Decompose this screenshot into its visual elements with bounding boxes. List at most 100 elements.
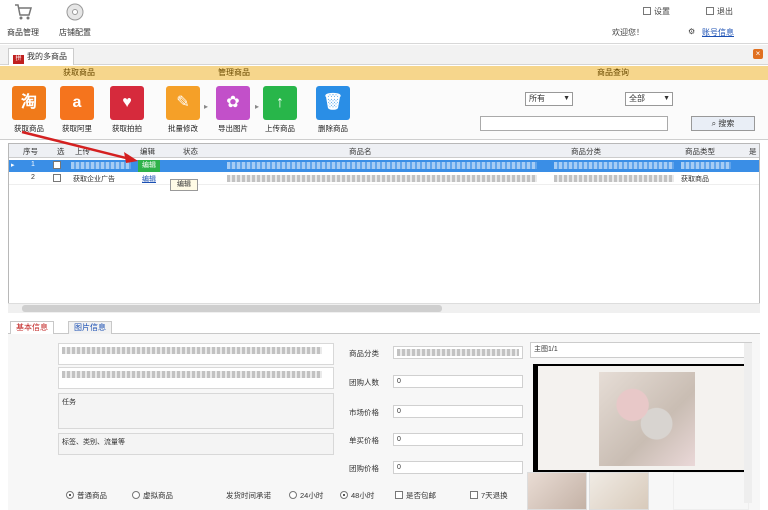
tab-basic-info[interactable]: 基本信息 [10,321,54,334]
settings-link[interactable]: 设置 [643,6,670,17]
row-edit-link[interactable]: 编辑 [142,174,156,184]
welcome-text: 欢迎您！ [612,28,644,37]
chevron-down-icon: ▼ [563,95,570,102]
thumbnail[interactable] [527,472,587,510]
checkbox-icon [470,491,478,499]
option-24h[interactable]: 24小时 [289,490,323,501]
tags-textarea[interactable]: 标签、类别、流量等 [58,433,334,455]
image-preview-canvas [538,366,746,470]
row-edit-button[interactable]: 编辑 [138,160,160,172]
seven-day-return-label: 7天退换 [481,491,508,500]
market-price-field[interactable]: 0 [393,405,523,418]
row-checkbox[interactable] [53,174,64,183]
shipping-promise-label: 发货时间承诺 [226,491,271,500]
account-link[interactable]: 账号信息 [702,27,734,38]
col-category[interactable]: 商品分类 [571,146,601,157]
fetch-taobao-button[interactable]: 淘 获取商品 [6,86,52,134]
row-pointer-icon: ▸ [11,162,15,169]
fetch-taobao-label: 获取商品 [14,124,44,133]
fetch-alibaba-button[interactable]: a 获取阿里 [54,86,100,134]
option-48h-label: 48小时 [351,491,375,500]
paipai-heart-icon: ♥ [110,86,144,120]
top-toolbar: 商品管理 店铺配置 设置 退出 欢迎您！ ⚙ 账号信息 [0,0,768,44]
main-image-header: 主图1/1 [530,342,752,358]
delete-product-button[interactable]: 🗑 删除商品 [310,86,356,134]
category-field[interactable] [393,346,523,359]
col-name[interactable]: 商品名 [349,146,372,157]
table-row[interactable]: ▸ 1 编辑 [9,160,759,172]
fetch-paipai-label: 获取拍拍 [112,124,142,133]
row-title-blur [227,175,537,182]
edit-tooltip: 编辑 [170,179,198,191]
col-index[interactable]: 序号 [23,146,38,157]
col-type[interactable]: 商品类型 [685,146,715,157]
horizontal-scrollbar[interactable] [8,303,760,313]
title-textarea[interactable] [58,343,334,365]
shop-config-button[interactable]: 店铺配置 [55,2,95,38]
taobao-icon: 淘 [12,86,46,120]
row-checkbox[interactable] [53,161,64,170]
alibaba-icon: a [60,86,94,120]
chevron-right-icon: ▸ [204,102,209,111]
seven-day-return-checkbox[interactable]: 7天退换 [470,490,508,501]
chevron-down-icon: ▼ [663,95,670,102]
option-48h[interactable]: 48小时 [340,490,374,501]
subtitle-textarea[interactable] [58,367,334,389]
option-normal-product[interactable]: 普通商品 [66,490,107,501]
grid-header: 序号 选 上传 编辑 状态 商品名 商品分类 商品类型 是 [9,144,759,158]
col-edit[interactable]: 编辑 [140,146,155,157]
fetch-paipai-button[interactable]: ♥ 获取拍拍 [104,86,150,134]
tab-image-info[interactable]: 图片信息 [68,321,112,334]
field-label-group-price: 团购价格 [349,464,379,473]
product-management-label: 商品管理 [7,28,39,37]
table-row[interactable]: 2 获取企业广告 编辑 获取商品 [9,173,759,185]
radio-selected-icon [340,491,348,499]
row-upload-blur [71,162,131,169]
thumbnail-strip [527,472,752,510]
close-icon[interactable]: × [753,49,763,59]
radio-icon [289,491,297,499]
group-price-field[interactable]: 0 [393,461,523,474]
upload-product-label: 上传商品 [265,124,295,133]
checkbox-icon [53,174,61,182]
search-button[interactable]: ⌕ 搜索 [691,116,755,131]
col-extra[interactable]: 是 [749,146,757,157]
detail-tabs: 基本信息 图片信息 [8,320,760,334]
gear-icon[interactable]: ⚙ [688,27,695,36]
type-filter-value: 全部 [629,94,645,103]
type-filter-select[interactable]: 全部 ▼ [625,92,673,106]
delete-product-label: 删除商品 [318,124,348,133]
row-type: 获取商品 [681,176,709,183]
product-grid: 序号 选 上传 编辑 状态 商品名 商品分类 商品类型 是 ▸ 1 编辑 2 获… [8,143,760,313]
free-shipping-checkbox[interactable]: 是否包邮 [395,490,436,501]
option-normal-product-label: 普通商品 [77,491,107,500]
export-image-button[interactable]: ✿ 导出图片 [210,86,256,134]
col-status[interactable]: 状态 [183,146,198,157]
scrollbar-thumb[interactable] [22,305,442,312]
exit-link[interactable]: 退出 [706,6,733,17]
exit-icon [706,7,714,15]
settings-icon [643,7,651,15]
single-price-field[interactable]: 0 [393,433,523,446]
ribbon: 淘 获取商品 a 获取阿里 ♥ 获取拍拍 ✎ 批量修改 ▸ ✿ 导出图片 ▸ ↑… [0,80,768,140]
group-label-fetch: 获取商品 [63,68,95,77]
thumbnail-empty[interactable] [673,472,749,510]
group-size-field[interactable]: 0 [393,375,523,388]
description-hint: 任务 [62,399,76,406]
subtitle-blur [62,371,322,378]
status-filter-select[interactable]: 所有 ▼ [525,92,573,106]
ribbon-group-bar: 获取商品 管理商品 商品查询 [0,66,768,80]
description-textarea[interactable]: 任务 [58,393,334,429]
product-management-button[interactable]: 商品管理 [3,2,43,38]
image-preview [533,364,751,472]
col-select[interactable]: 选 [57,146,65,157]
thumbnail[interactable] [589,472,649,510]
search-input[interactable] [480,116,668,131]
col-upload[interactable]: 上传 [75,146,90,157]
group-label-manage: 管理商品 [218,68,250,77]
vertical-scrollbar[interactable] [744,343,752,503]
batch-edit-button[interactable]: ✎ 批量修改 [160,86,206,134]
option-virtual-product[interactable]: 虚拟商品 [132,490,173,501]
tab-my-products[interactable]: 拼我的多商品 [8,48,74,65]
upload-product-button[interactable]: ↑ 上传商品 [257,86,303,134]
